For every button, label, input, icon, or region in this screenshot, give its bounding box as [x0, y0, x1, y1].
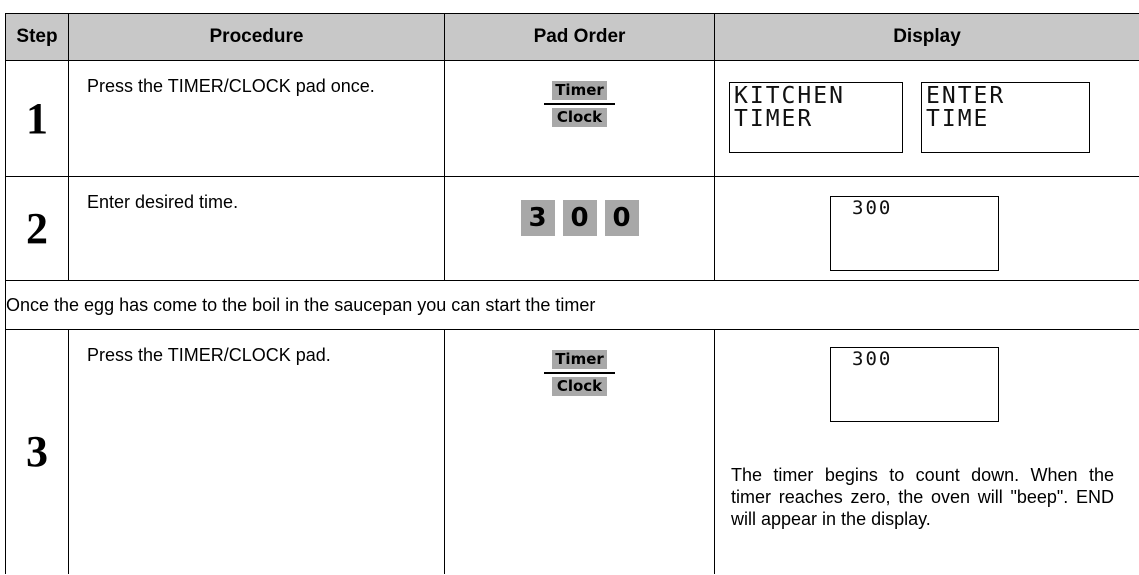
procedure-text: Press the TIMER/CLOCK pad once. — [68, 60, 445, 177]
header-step: Step — [5, 13, 69, 61]
step-row-1: 1 Press the TIMER/CLOCK pad once. Timer … — [5, 60, 1139, 177]
step-row-3: 3 Press the TIMER/CLOCK pad. Timer Clock… — [5, 329, 1139, 574]
number-pad-key: 0 — [562, 200, 597, 236]
number-pads: 3 0 0 — [520, 200, 639, 236]
step-row-2: 2 Enter desired time. 3 0 0 300 — [5, 176, 1139, 281]
header-procedure: Procedure — [68, 13, 445, 61]
display-cell: 300 — [714, 176, 1139, 281]
procedure-text: Press the TIMER/CLOCK pad. — [68, 329, 445, 574]
instruction-table: Step Procedure Pad Order Display 1 Press… — [5, 13, 1139, 574]
middle-note: Once the egg has come to the boil in the… — [5, 280, 1139, 330]
step-number: 1 — [5, 60, 69, 177]
display-cell: KITCHEN TIMER ENTER TIME — [714, 60, 1139, 177]
header-pad-order: Pad Order — [444, 13, 715, 61]
pad-divider — [544, 372, 615, 374]
step-number: 2 — [5, 176, 69, 281]
header-display: Display — [714, 13, 1139, 61]
number-pad-key: 0 — [604, 200, 639, 236]
lcd-display: 300 — [830, 347, 999, 422]
pad-label-top: Timer — [552, 81, 607, 100]
pad-order-cell: 3 0 0 — [444, 176, 715, 281]
note-row: Once the egg has come to the boil in the… — [5, 280, 1139, 330]
lcd-display: 300 — [830, 196, 999, 271]
timer-clock-pad: Timer Clock — [544, 81, 615, 127]
step-number: 3 — [5, 329, 69, 574]
display-note: The timer begins to count down. When the… — [731, 465, 1114, 529]
pad-order-cell: Timer Clock — [444, 60, 715, 177]
pad-label-bottom: Clock — [552, 108, 607, 127]
procedure-text: Enter desired time. — [68, 176, 445, 281]
timer-clock-pad: Timer Clock — [544, 350, 615, 396]
number-pad-key: 3 — [520, 200, 555, 236]
pad-order-cell: Timer Clock — [444, 329, 715, 574]
header-row: Step Procedure Pad Order Display — [5, 13, 1139, 61]
pad-divider — [544, 103, 615, 105]
pad-label-bottom: Clock — [552, 377, 607, 396]
lcd-display: ENTER TIME — [921, 82, 1090, 153]
lcd-display: KITCHEN TIMER — [729, 82, 903, 153]
display-cell: 300 The timer begins to count down. When… — [714, 329, 1139, 574]
pad-label-top: Timer — [552, 350, 607, 369]
